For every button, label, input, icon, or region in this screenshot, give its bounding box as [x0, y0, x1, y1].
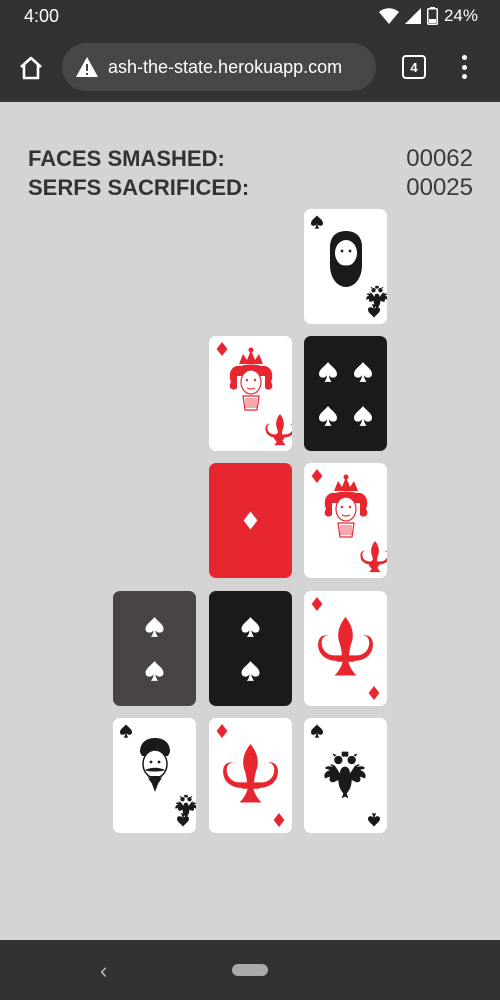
overflow-menu-icon[interactable] — [454, 53, 474, 81]
url-text[interactable]: ash-the-state.herokuapp.com — [108, 57, 342, 78]
card-1-diamonds[interactable] — [209, 463, 292, 578]
card-4-spades[interactable] — [304, 336, 387, 451]
card-fleur-de-lis-diamond[interactable] — [209, 718, 292, 833]
faces-smashed-row: FACES SMASHED: 00062 — [28, 145, 473, 173]
wifi-icon — [378, 8, 399, 24]
diamond-icon — [243, 511, 258, 530]
card-mustached-face-spade[interactable] — [113, 718, 196, 833]
spade-icon — [145, 617, 164, 681]
card-double-headed-eagle-spade[interactable] — [304, 718, 387, 833]
card-crowned-queen-diamond[interactable] — [209, 336, 292, 451]
spade-icon — [311, 724, 380, 827]
battery-percent: 24% — [443, 6, 478, 25]
spade-icon — [241, 617, 260, 681]
url-bar[interactable]: ash-the-state.herokuapp.com — [62, 43, 376, 91]
browser-toolbar: ash-the-state.herokuapp.com 4 — [0, 33, 500, 102]
serfs-sacrificed-row: SERFS SACRIFICED: 00025 — [28, 174, 473, 202]
home-gesture-pill[interactable] — [232, 964, 268, 976]
home-button[interactable] — [14, 51, 48, 85]
spade-icon — [311, 215, 387, 318]
faces-smashed-label: FACES SMASHED: — [28, 146, 225, 171]
battery-icon — [426, 7, 438, 25]
card-crowned-queen-diamond[interactable] — [304, 463, 387, 578]
faces-smashed-value: 00062 — [406, 145, 473, 172]
back-icon[interactable]: ‹ — [100, 958, 107, 984]
spade-icon — [319, 362, 372, 426]
card-bearded-face-spade[interactable] — [304, 209, 387, 324]
diamond-icon — [311, 469, 387, 573]
diamond-icon — [216, 342, 292, 446]
tab-switcher-button[interactable]: 4 — [402, 55, 426, 79]
spade-icon — [120, 724, 196, 827]
status-bar: 4:00 24% — [0, 0, 500, 33]
cell-signal-icon — [404, 8, 421, 24]
not-secure-warning-icon[interactable] — [74, 57, 100, 77]
home-icon — [20, 56, 42, 80]
serfs-sacrificed-value: 00025 — [406, 174, 473, 201]
card-2-spades[interactable] — [113, 591, 196, 706]
status-time: 4:00 — [24, 6, 60, 26]
status-icons: 24% — [378, 6, 478, 26]
diamond-icon — [216, 724, 285, 827]
card-fleur-de-lis-diamond[interactable] — [304, 591, 387, 706]
card-2-spades[interactable] — [209, 591, 292, 706]
diamond-icon — [311, 597, 380, 700]
serfs-sacrificed-label: SERFS SACRIFICED: — [28, 175, 250, 200]
